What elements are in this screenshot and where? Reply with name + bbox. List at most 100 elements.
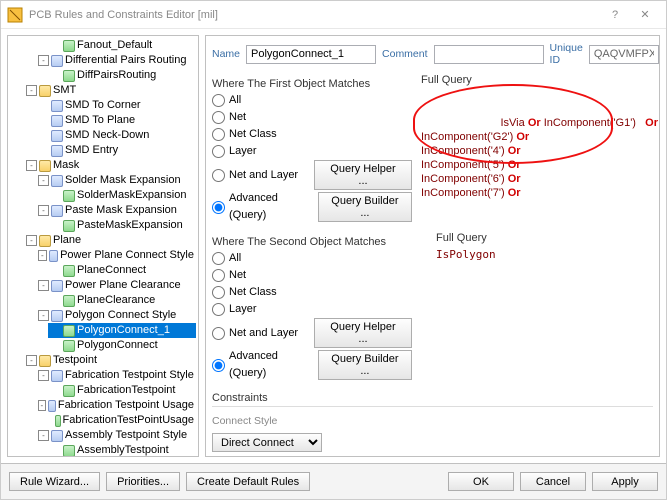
tree-node[interactable]: -Solder Mask Expansion	[36, 173, 196, 188]
tree-node[interactable]: PasteMaskExpansion	[48, 218, 196, 233]
rule-icon	[49, 250, 58, 262]
tree-node[interactable]: - SMT	[24, 83, 196, 98]
tree-node[interactable]: SMD To Plane	[36, 113, 196, 128]
tree-node[interactable]: SMD Entry	[36, 143, 196, 158]
tree-node-label: Fabrication Testpoint Usage	[58, 398, 194, 413]
tree-node[interactable]: -Plane	[24, 233, 196, 248]
match-radio-label: Net and Layer	[229, 325, 298, 342]
tree-node[interactable]: FabricationTestpoint	[48, 383, 196, 398]
fullquery1-title: Full Query	[421, 74, 658, 86]
match-radio-label: All	[229, 250, 241, 267]
query-builder-button[interactable]: Query Builder ...	[318, 350, 412, 380]
tree-node[interactable]: SMD Neck-Down	[36, 128, 196, 143]
tree-node[interactable]: PlaneConnect	[48, 263, 196, 278]
expand-toggle[interactable]: -	[38, 370, 49, 381]
fullquery2-text[interactable]: IsPolygon	[436, 246, 653, 263]
expand-toggle[interactable]: -	[38, 310, 49, 321]
tree-node[interactable]: AssemblyTestpoint	[48, 443, 196, 457]
match-radio-net-class[interactable]	[212, 128, 225, 141]
rule-icon	[48, 400, 56, 412]
tree-node[interactable]: - Fabrication Testpoint Usage	[36, 398, 196, 413]
expand-toggle[interactable]: -	[26, 355, 37, 366]
tree-node-label: FabricationTestpoint	[77, 383, 175, 398]
rule-icon	[51, 370, 63, 382]
rule-icon	[51, 100, 63, 112]
create-default-rules-button[interactable]: Create Default Rules	[186, 472, 310, 491]
tree-node[interactable]: -Testpoint	[24, 353, 196, 368]
priorities-button[interactable]: Priorities...	[106, 472, 180, 491]
rule-icon	[51, 55, 63, 67]
rule-icon	[51, 145, 63, 157]
match-radio-net[interactable]	[212, 269, 225, 282]
query-helper-button[interactable]: Query Helper ...	[314, 160, 412, 190]
window-title: PCB Rules and Constraints Editor [mil]	[29, 9, 600, 21]
tree-node[interactable]: SolderMaskExpansion	[48, 188, 196, 203]
query-builder-button[interactable]: Query Builder ...	[318, 192, 412, 222]
leaf-icon	[63, 445, 75, 457]
tree-node-label: DiffPairsRouting	[77, 68, 156, 83]
tree-node[interactable]: PolygonConnect_1	[48, 323, 196, 338]
match-radio-all[interactable]	[212, 94, 225, 107]
tree-node[interactable]: Fanout_Default	[48, 38, 196, 53]
tree-node[interactable]: DiffPairsRouting	[48, 68, 196, 83]
expand-toggle[interactable]: -	[38, 400, 46, 411]
tree-node[interactable]: PolygonConnect	[48, 338, 196, 353]
rules-tree[interactable]: Fanout_Default-Differential Pairs Routin…	[7, 35, 199, 457]
tree-node-label: SMT	[53, 83, 76, 98]
expand-toggle[interactable]: -	[26, 160, 37, 171]
tree-node[interactable]: - Polygon Connect Style	[36, 308, 196, 323]
expand-toggle[interactable]: -	[38, 250, 47, 261]
match-radio-advanced-query-[interactable]	[212, 359, 225, 372]
match-radio-label: Net	[229, 109, 246, 126]
cancel-button[interactable]: Cancel	[520, 472, 586, 491]
connect-style-select[interactable]: Direct Connect	[212, 433, 322, 452]
leaf-icon	[63, 385, 75, 397]
comment-input[interactable]	[434, 45, 544, 64]
query-helper-button[interactable]: Query Helper ...	[314, 318, 412, 348]
connect-style-label: Connect Style	[212, 415, 653, 427]
match-radio-net[interactable]	[212, 111, 225, 124]
tree-node-label: Assembly Testpoint Style	[65, 428, 187, 443]
match-radio-net-class[interactable]	[212, 286, 225, 299]
expand-toggle[interactable]: -	[26, 235, 37, 246]
tree-node[interactable]: -Differential Pairs Routing	[36, 53, 196, 68]
tree-node[interactable]: -Mask	[24, 158, 196, 173]
expand-toggle[interactable]: -	[38, 55, 49, 66]
match-radio-net-and-layer[interactable]	[212, 169, 225, 182]
folder-icon	[39, 235, 51, 247]
uniqueid-label: Unique ID	[550, 42, 583, 66]
apply-button[interactable]: Apply	[592, 472, 658, 491]
tree-node-label: Polygon Connect Style	[65, 308, 176, 323]
tree-node-label: FabricationTestPointUsage	[63, 413, 194, 428]
tree-node[interactable]: SMD To Corner	[36, 98, 196, 113]
match-radio-layer[interactable]	[212, 303, 225, 316]
ok-button[interactable]: OK	[448, 472, 514, 491]
close-button[interactable]: ✕	[630, 5, 660, 25]
tree-node-label: AssemblyTestpoint	[77, 443, 169, 457]
expand-toggle[interactable]: -	[26, 85, 37, 96]
match2-title: Where The Second Object Matches	[212, 236, 427, 248]
expand-toggle[interactable]: -	[38, 175, 49, 186]
folder-icon	[39, 355, 51, 367]
match-radio-advanced-query-[interactable]	[212, 201, 225, 214]
tree-node-label: PasteMaskExpansion	[77, 218, 183, 233]
fullquery1-text[interactable]: IsVia Or InComponent('G1') OrInComponent…	[421, 88, 658, 202]
tree-node[interactable]: -Fabrication Testpoint Style	[36, 368, 196, 383]
tree-node[interactable]: FabricationTestPointUsage	[48, 413, 196, 428]
tree-node-label: SMD To Corner	[65, 98, 141, 113]
tree-node[interactable]: -Power Plane Connect Style	[36, 248, 196, 263]
help-button[interactable]: ?	[600, 5, 630, 25]
match-radio-all[interactable]	[212, 252, 225, 265]
match-radio-net-and-layer[interactable]	[212, 327, 225, 340]
leaf-icon	[63, 70, 75, 82]
name-input[interactable]	[246, 45, 376, 64]
tree-node[interactable]: - Assembly Testpoint Style	[36, 428, 196, 443]
match-radio-layer[interactable]	[212, 145, 225, 158]
tree-node[interactable]: -Paste Mask Expansion	[36, 203, 196, 218]
expand-toggle[interactable]: -	[38, 430, 49, 441]
expand-toggle[interactable]: -	[38, 205, 49, 216]
rule-wizard-button[interactable]: Rule Wizard...	[9, 472, 100, 491]
expand-toggle[interactable]: -	[38, 280, 49, 291]
tree-node[interactable]: -Power Plane Clearance	[36, 278, 196, 293]
tree-node[interactable]: PlaneClearance	[48, 293, 196, 308]
